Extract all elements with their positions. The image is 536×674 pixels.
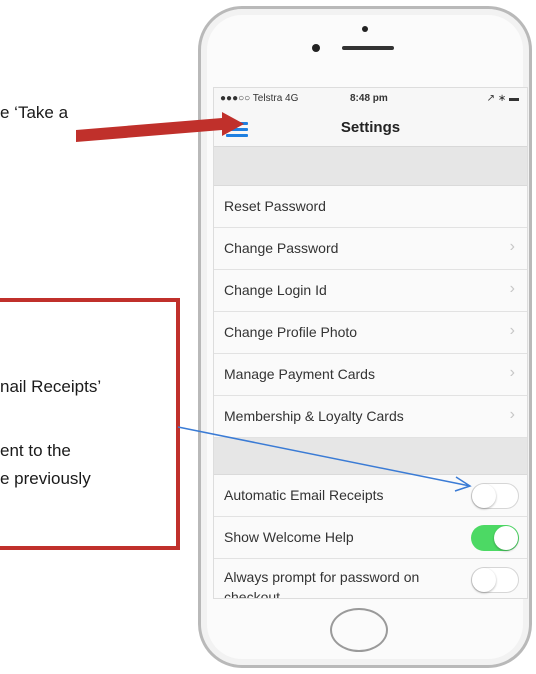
toggle-label: Show Welcome Help <box>224 529 354 545</box>
settings-row[interactable]: Manage Payment Cards › <box>214 354 527 396</box>
toggle-label: Always prompt for password on checkout <box>224 569 420 599</box>
speaker-grille <box>342 46 394 50</box>
settings-row-label: Change Profile Photo <box>224 324 358 340</box>
section-header <box>214 438 527 475</box>
status-bar: ●●●○○ Telstra 4G 8:48 pm ↗ ∗ ▬ <box>214 88 527 110</box>
settings-toggle-row: Always prompt for password on checkout <box>214 559 527 599</box>
settings-toggles: Automatic Email Receipts Show Welcome Hel… <box>214 475 527 599</box>
chevron-right-icon: › <box>509 364 515 381</box>
settings-row-label: Membership & Loyalty Cards <box>224 408 404 424</box>
sensor-dot <box>312 44 320 52</box>
status-icons: ↗ ∗ ▬ <box>486 93 519 104</box>
callout-box-line1: nail Receipts’ <box>0 377 102 396</box>
section-header <box>214 147 527 186</box>
chevron-right-icon: › <box>509 280 515 297</box>
settings-row[interactable]: Change Profile Photo › <box>214 312 527 354</box>
toggle-knob <box>494 526 518 550</box>
settings-row[interactable]: Membership & Loyalty Cards › <box>214 396 527 438</box>
toggle-label: Automatic Email Receipts <box>224 487 384 503</box>
settings-row-label: Change Password <box>224 240 339 256</box>
toggle-knob <box>472 568 496 592</box>
phone-screen: ●●●○○ Telstra 4G 8:48 pm ↗ ∗ ▬ Settings … <box>213 87 528 599</box>
callout-box-line3: e previously <box>0 469 91 488</box>
annotation-box <box>0 298 180 550</box>
status-time: 8:48 pm <box>350 93 388 104</box>
page-title: Settings <box>340 119 401 136</box>
camera-dot <box>362 26 368 32</box>
settings-row-label: Change Login Id <box>224 282 327 298</box>
settings-row-label: Reset Password <box>224 198 326 214</box>
chevron-right-icon: › <box>509 322 515 339</box>
settings-menu: Reset Password Change Password › Change Log… <box>214 186 527 438</box>
settings-row[interactable]: Change Password › <box>214 228 527 270</box>
chevron-right-icon: › <box>509 406 515 423</box>
carrier-signal: ●●●○○ Telstra 4G <box>220 93 299 104</box>
toggle-switch[interactable] <box>471 525 519 551</box>
settings-toggle-row: Automatic Email Receipts <box>214 475 527 517</box>
toggle-switch[interactable] <box>471 567 519 593</box>
chevron-right-icon: › <box>509 238 515 255</box>
callout-box-line2: ent to the <box>0 441 71 460</box>
nav-bar: Settings <box>214 110 527 147</box>
settings-toggle-row: Show Welcome Help <box>214 517 527 559</box>
callout-top-text: e ‘Take a <box>0 103 69 122</box>
toggle-switch[interactable] <box>471 483 519 509</box>
settings-row-label: Manage Payment Cards <box>224 366 375 382</box>
settings-row[interactable]: Change Login Id › <box>214 270 527 312</box>
settings-row[interactable]: Reset Password <box>214 186 527 228</box>
toggle-knob <box>472 484 496 508</box>
home-button[interactable] <box>330 608 388 652</box>
